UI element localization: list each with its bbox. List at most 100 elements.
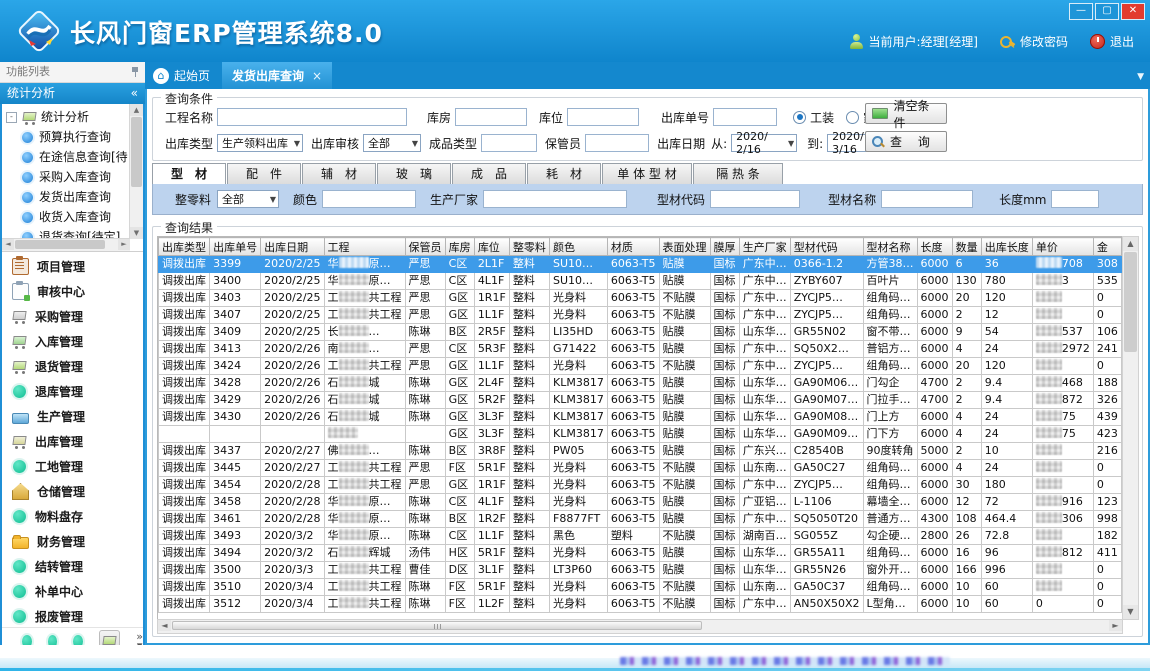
- sidebar-item-工地管理[interactable]: 工地管理: [2, 454, 143, 479]
- profile-code-input[interactable]: [710, 190, 800, 208]
- tab-home[interactable]: ⌂ 起始页: [145, 62, 222, 89]
- radio-work-install[interactable]: 工装: [793, 109, 834, 126]
- collapse-icon[interactable]: «: [131, 83, 138, 104]
- pin-icon[interactable]: [131, 66, 139, 78]
- sidebar-item-退货管理[interactable]: 退货管理: [2, 354, 143, 379]
- sidebar-item-审核中心[interactable]: 审核中心: [2, 279, 143, 304]
- scroll-left-icon[interactable]: ◄: [2, 239, 14, 250]
- manufacturer-input[interactable]: [483, 190, 627, 208]
- sidebar-item-项目管理[interactable]: 项目管理: [2, 254, 143, 279]
- sidebar-item-退库管理[interactable]: 退库管理: [2, 379, 143, 404]
- sidebar-item-采购管理[interactable]: 采购管理: [2, 304, 143, 329]
- sidebar-item-结转管理[interactable]: 结转管理: [2, 554, 143, 579]
- project-name-input[interactable]: [217, 108, 407, 126]
- scroll-left-icon[interactable]: ◄: [158, 620, 171, 631]
- table-row[interactable]: 调拨出库34942020/3/2石辉城汤伟H区5R1F整料光身料6063-T5贴…: [159, 545, 1122, 562]
- date-from-picker[interactable]: 2020/ 2/16▼: [731, 134, 797, 152]
- column-header[interactable]: 保管员: [405, 238, 445, 256]
- sidebar-item-财务管理[interactable]: 财务管理: [2, 529, 143, 554]
- sidebar-item-入库管理[interactable]: 入库管理: [2, 329, 143, 354]
- material-tab[interactable]: 辅 材: [302, 163, 376, 184]
- material-tab[interactable]: 隔 热 条: [693, 163, 783, 184]
- color-input[interactable]: [322, 190, 416, 208]
- column-header[interactable]: 整零料: [509, 238, 549, 256]
- table-row[interactable]: 调拨出库34072020/2/25工共工程严思G区1L1F整料光身料6063-T…: [159, 307, 1122, 324]
- table-row[interactable]: 调拨出库34372020/2/27佛…陈琳B区3R8F整料PW056063-T5…: [159, 443, 1122, 460]
- clear-conditions-button[interactable]: 清空条件: [865, 103, 947, 124]
- logout[interactable]: 退出: [1090, 33, 1134, 50]
- minimize-button[interactable]: —: [1069, 3, 1093, 20]
- material-tab[interactable]: 单 体 型 材: [602, 163, 692, 184]
- scroll-right-icon[interactable]: ►: [1109, 620, 1122, 631]
- column-header[interactable]: 库位: [474, 238, 509, 256]
- column-header[interactable]: 库房: [445, 238, 474, 256]
- length-input[interactable]: [1051, 190, 1099, 208]
- scroll-up-icon[interactable]: ▲: [1123, 237, 1138, 251]
- tree-item[interactable]: 收货入库查询: [6, 207, 130, 227]
- outbound-type-select[interactable]: 生产领料出库▼: [217, 134, 303, 152]
- outbound-no-input[interactable]: [713, 108, 777, 126]
- tree-root-node[interactable]: - 统计分析: [6, 107, 130, 127]
- table-row[interactable]: 调拨出库35002020/3/3工共工程曹佳D区3L1F整料LT3P606063…: [159, 562, 1122, 579]
- warehouse-input[interactable]: [455, 108, 527, 126]
- scroll-up-icon[interactable]: ▲: [130, 104, 143, 116]
- column-header[interactable]: 单价: [1032, 238, 1093, 256]
- sidebar-item-物料盘存[interactable]: 物料盘存: [2, 504, 143, 529]
- column-header[interactable]: 膜厚: [710, 238, 739, 256]
- table-row[interactable]: 调拨出库34092020/2/25长…陈琳B区2R5F整料LI35HD6063-…: [159, 324, 1122, 341]
- search-button[interactable]: 查 询: [865, 131, 947, 152]
- tab-close-icon[interactable]: ×: [312, 69, 322, 83]
- material-tab[interactable]: 型 材: [152, 163, 226, 185]
- table-row[interactable]: 调拨出库35102020/3/4工共工程陈琳F区5R1F整料光身料6063-T5…: [159, 579, 1122, 596]
- table-hscroll-thumb[interactable]: [172, 621, 702, 630]
- table-row[interactable]: 调拨出库34582020/2/28华原…陈琳C区4L1F整料光身料6063-T5…: [159, 494, 1122, 511]
- table-row[interactable]: 调拨出库34282020/2/26石城陈琳G区2L4F整料KLM38176063…: [159, 375, 1122, 392]
- stats-section-header[interactable]: 统计分析 «: [0, 83, 145, 104]
- column-header[interactable]: 表面处理: [659, 238, 710, 256]
- audit-select[interactable]: 全部▼: [363, 134, 421, 152]
- sidebar-item-出库管理[interactable]: 出库管理: [2, 429, 143, 454]
- keeper-input[interactable]: [585, 134, 649, 152]
- table-vertical-scrollbar[interactable]: ▲ ▼: [1122, 236, 1139, 620]
- change-password[interactable]: 修改密码: [1000, 33, 1068, 50]
- maximize-button[interactable]: ▢: [1095, 3, 1119, 20]
- column-header[interactable]: 出库单号: [210, 238, 261, 256]
- sidebar-item-生产管理[interactable]: 生产管理: [2, 404, 143, 429]
- column-header[interactable]: 型材名称: [863, 238, 917, 256]
- tree-item[interactable]: 预算执行查询: [6, 127, 130, 147]
- column-header[interactable]: 材质: [607, 238, 659, 256]
- table-row[interactable]: 调拨出库34002020/2/25华原…严思C区4L1F整料SU10…6063-…: [159, 273, 1122, 290]
- scroll-right-icon[interactable]: ►: [118, 239, 130, 250]
- material-tab[interactable]: 玻 璃: [377, 163, 451, 184]
- table-row[interactable]: 调拨出库34032020/2/25工共工程严思G区1R1F整料光身料6063-T…: [159, 290, 1122, 307]
- table-row[interactable]: 调拨出库35122020/3/4工共工程陈琳F区1L2F整料光身料6063-T5…: [159, 596, 1122, 613]
- tree-item[interactable]: 在途信息查询[待: [6, 147, 130, 167]
- tree-hscroll-thumb[interactable]: [15, 240, 105, 249]
- table-row[interactable]: 调拨出库33992020/2/25华原…严思C区2L1F整料SU10…6063-…: [159, 256, 1122, 273]
- table-row[interactable]: G区3L3F整料KLM38176063-T5贴膜国标山东华…GA90M09…门下…: [159, 426, 1122, 443]
- scroll-down-icon[interactable]: ▼: [1123, 605, 1138, 619]
- table-row[interactable]: 调拨出库34242020/2/26工共工程严思G区1L1F整料光身料6063-T…: [159, 358, 1122, 375]
- column-header[interactable]: 出库长度: [981, 238, 1032, 256]
- profile-name-input[interactable]: [881, 190, 973, 208]
- column-header[interactable]: 长度: [917, 238, 952, 256]
- column-header[interactable]: 颜色: [550, 238, 608, 256]
- table-row[interactable]: 调拨出库34612020/2/28华原…陈琳B区1R2F整料F8877FT606…: [159, 511, 1122, 528]
- location-input[interactable]: [567, 108, 639, 126]
- part-type-select[interactable]: 全部▼: [217, 190, 279, 208]
- table-row[interactable]: 调拨出库34452020/2/27工共工程严思F区5R1F整料光身料6063-T…: [159, 460, 1122, 477]
- tab-list-dropdown-icon[interactable]: ▼: [1137, 72, 1144, 82]
- sidebar-item-报废管理[interactable]: 报废管理: [2, 604, 143, 629]
- column-header[interactable]: 型材代码: [790, 238, 863, 256]
- table-row[interactable]: 调拨出库34542020/2/28工共工程严思G区1R1F整料光身料6063-T…: [159, 477, 1122, 494]
- column-header[interactable]: 出库日期: [261, 238, 324, 256]
- scroll-down-icon[interactable]: ▼: [130, 227, 143, 239]
- table-row[interactable]: 调拨出库34302020/2/26石城陈琳G区3L3F整料KLM38176063…: [159, 409, 1122, 426]
- column-header[interactable]: 生产厂家: [739, 238, 790, 256]
- table-row[interactable]: 调拨出库34932020/3/2华原…陈琳C区1L1F整料黑色塑料不贴膜国标湖南…: [159, 528, 1122, 545]
- tree-item[interactable]: 采购入库查询: [6, 167, 130, 187]
- sidebar-item-仓储管理[interactable]: 仓储管理: [2, 479, 143, 504]
- close-button[interactable]: ✕: [1121, 3, 1145, 20]
- tree-item[interactable]: 发货出库查询: [6, 187, 130, 207]
- tree-expander-icon[interactable]: -: [6, 112, 17, 123]
